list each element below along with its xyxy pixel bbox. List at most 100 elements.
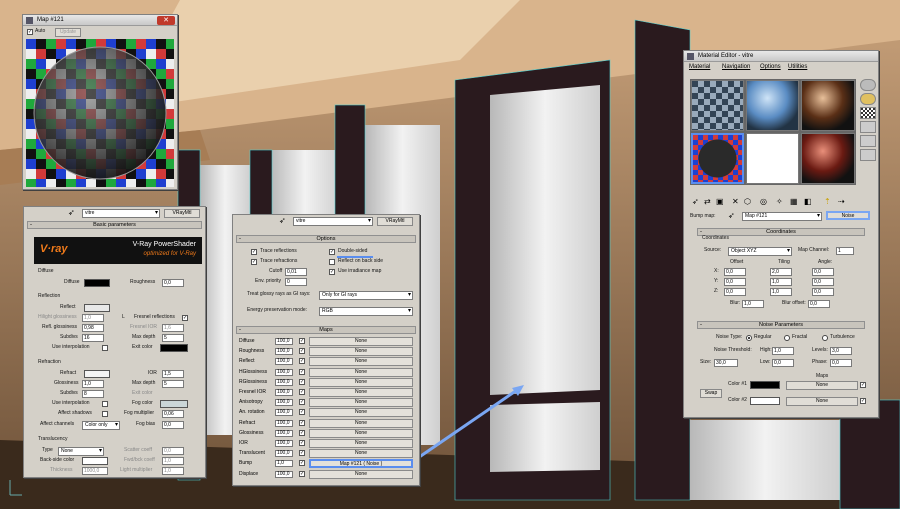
map-enable-checkbox[interactable]: ✓ [299, 460, 305, 467]
map-enable-checkbox[interactable]: ✓ [299, 389, 305, 395]
map-enable-checkbox[interactable]: ✓ [299, 378, 305, 385]
refl-glossiness-field[interactable]: 0,98 [82, 324, 104, 332]
fresnel-ior-field[interactable]: 1,6 [162, 324, 184, 332]
map-enable-checkbox[interactable]: ✓ [299, 419, 305, 426]
translucency-type-dropdown[interactable]: None [58, 447, 104, 456]
vray-options-panel[interactable]: ➶ vitre VRayMtl -Options ✓ Trace reflect… [232, 214, 420, 486]
update-button[interactable]: Update [55, 28, 81, 37]
angle-field[interactable]: 0,0 [812, 278, 834, 286]
sample-slot[interactable] [801, 133, 855, 184]
map-slot-button[interactable]: None [309, 449, 413, 459]
env-priority-field[interactable]: 0 [285, 278, 307, 286]
glossiness-field[interactable]: 1,0 [82, 380, 104, 388]
map-slot-button[interactable]: None [309, 388, 413, 397]
map-slot-button[interactable]: None [309, 428, 413, 438]
noise-turbulence-radio[interactable] [822, 335, 828, 341]
tiling-field[interactable]: 2,0 [770, 268, 792, 276]
map-enable-checkbox[interactable]: ✓ [299, 399, 305, 406]
swap-button[interactable]: Swap [700, 389, 722, 398]
irradiance-checkbox[interactable]: ✓ [329, 269, 335, 275]
material-editor-window[interactable]: Material Editor - vitre Material Navigat… [683, 50, 879, 418]
use-interpolation-checkbox[interactable] [102, 345, 108, 351]
hilight-glossiness-field[interactable]: 1,0 [82, 314, 104, 322]
map-amount-field[interactable]: 100,0 [275, 429, 293, 437]
tiling-field[interactable]: 1,0 [770, 278, 792, 286]
affect-shadows-checkbox[interactable] [102, 411, 108, 417]
size-field[interactable]: 30,0 [714, 359, 738, 367]
sample-slot[interactable] [746, 80, 799, 131]
roughness-field[interactable]: 0,0 [162, 279, 184, 287]
map-slot-button[interactable]: None [309, 469, 413, 479]
trace-refractions-checkbox[interactable]: ✓ [251, 259, 257, 265]
map-enable-checkbox[interactable]: ✓ [299, 409, 305, 416]
angle-field[interactable]: 0,0 [812, 288, 834, 296]
map-amount-field[interactable]: 100,0 [275, 378, 293, 386]
map-amount-field[interactable]: 100,0 [275, 409, 293, 417]
menu-navigation[interactable]: Navigation [722, 62, 750, 72]
blur-field[interactable]: 1,0 [742, 300, 764, 308]
material-name-dropdown[interactable]: vitre [82, 209, 160, 218]
levels-field[interactable]: 3,0 [830, 347, 852, 355]
sample-slot[interactable] [801, 80, 855, 131]
map-amount-field[interactable]: 100,0 [275, 399, 293, 407]
cutoff-field[interactable]: 0,01 [285, 268, 307, 276]
double-sided-checkbox[interactable]: ✓ [329, 249, 335, 255]
fwdbck-coeff-field[interactable]: 1,0 [162, 457, 184, 465]
put-to-scene-icon[interactable]: ⇄ [704, 197, 711, 206]
show-map-icon[interactable]: ▦ [790, 197, 798, 206]
fresnel-checkbox[interactable]: ✓ [182, 315, 188, 321]
map-slot-button[interactable]: None [309, 357, 413, 367]
map-enable-checkbox[interactable]: ✓ [299, 348, 305, 355]
refr-max-depth-field[interactable]: 5 [162, 380, 184, 388]
color2-swatch[interactable] [750, 397, 780, 405]
trace-reflections-checkbox[interactable]: ✓ [251, 249, 257, 255]
high-field[interactable]: 1,0 [772, 347, 794, 355]
backlight-icon[interactable] [860, 93, 876, 105]
map-amount-field[interactable]: 100,0 [275, 450, 293, 458]
sample-slot[interactable] [691, 80, 744, 131]
low-field[interactable]: 0,0 [772, 359, 794, 367]
fog-multiplier-field[interactable]: 0,06 [162, 410, 184, 418]
color2-map-checkbox[interactable]: ✓ [860, 398, 866, 404]
material-type-button[interactable]: VRayMtl [164, 209, 200, 218]
map-enable-checkbox[interactable]: ✓ [299, 470, 305, 477]
menu-options[interactable]: Options [760, 62, 781, 72]
map-amount-field[interactable]: 100,0 [275, 358, 293, 366]
auto-checkbox[interactable]: ✓ [27, 29, 33, 35]
ior-field[interactable]: 1,5 [162, 370, 184, 378]
pick-map-icon[interactable]: ➶ [728, 211, 735, 220]
menu-utilities[interactable]: Utilities [788, 62, 807, 72]
go-to-parent-icon[interactable]: ⇡ [824, 197, 831, 206]
material-editor-titlebar[interactable]: Material Editor - vitre [684, 51, 878, 62]
reflect-back-checkbox[interactable] [329, 259, 335, 265]
show-end-result-icon[interactable]: ◧ [804, 197, 812, 206]
map-amount-field[interactable]: 100,0 [275, 470, 293, 478]
diffuse-color-swatch[interactable] [84, 279, 110, 287]
background-icon[interactable] [860, 107, 876, 119]
vray-basic-panel[interactable]: ➶ vitre VRayMtl -Basic parameters V·ray … [23, 206, 206, 478]
go-forward-icon[interactable]: ⇢ [838, 197, 845, 206]
map-slot-button[interactable]: None [309, 408, 413, 418]
color1-map-button[interactable]: None [786, 381, 858, 390]
noise-regular-radio[interactable] [746, 335, 752, 341]
map-enable-checkbox[interactable]: ✓ [299, 429, 305, 436]
material-effects-icon[interactable]: ✧ [776, 197, 783, 206]
make-preview-icon[interactable] [860, 149, 876, 161]
put-library-icon[interactable]: ◎ [760, 197, 767, 206]
video-color-check-icon[interactable] [860, 135, 876, 147]
map-amount-field[interactable]: 100,0 [275, 389, 293, 396]
map-channel-field[interactable]: 1 [836, 247, 854, 255]
delete-icon[interactable]: ✕ [732, 197, 739, 206]
map-enable-checkbox[interactable]: ✓ [299, 440, 305, 446]
light-multiplier-field[interactable]: 1,0 [162, 467, 184, 475]
offset-field[interactable]: 0,0 [724, 278, 746, 286]
refr-use-interpolation-checkbox[interactable] [102, 401, 108, 407]
map-slot-button[interactable]: None [309, 367, 413, 377]
source-dropdown[interactable]: Object XYZ [728, 247, 792, 256]
map-name-dropdown[interactable]: Map #121 [742, 212, 822, 221]
reflect-color-swatch[interactable] [84, 304, 110, 312]
exit-color-swatch[interactable] [160, 344, 188, 352]
fog-bias-field[interactable]: 0,0 [162, 421, 184, 429]
map-enable-checkbox[interactable]: ✓ [299, 368, 305, 375]
rollout-basic-parameters[interactable]: - Basic parameters [27, 221, 202, 229]
